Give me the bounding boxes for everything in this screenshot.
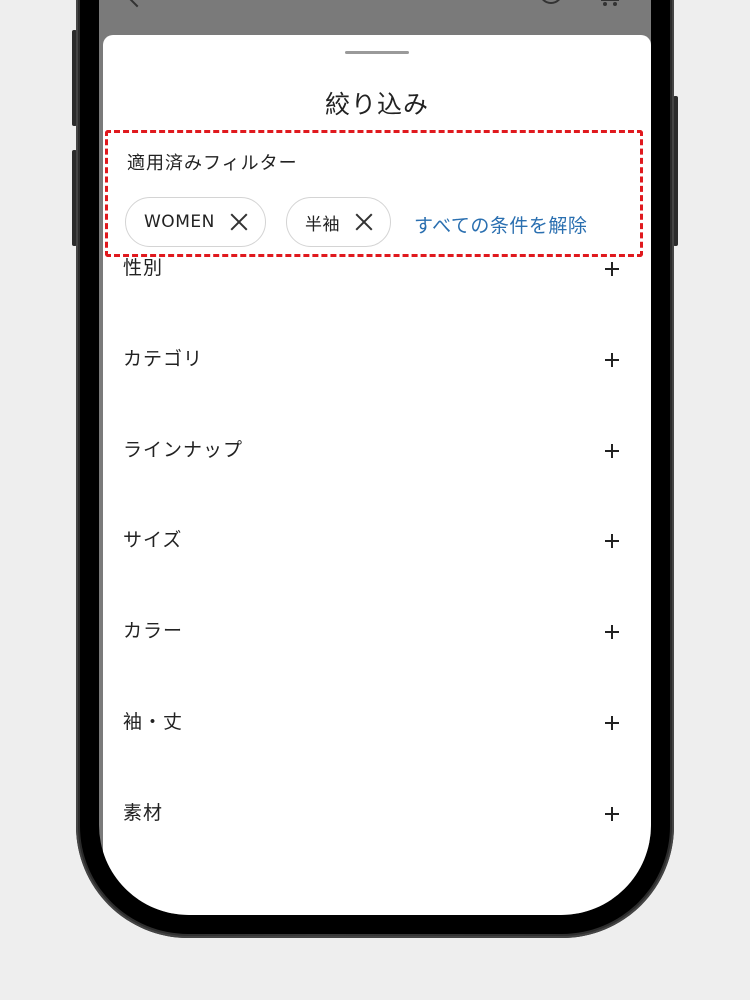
facet-color[interactable]: カラー — [103, 620, 651, 719]
clear-all-filters-link[interactable]: すべての条件を解除 — [414, 211, 587, 238]
filter-chip-label: WOMEN — [144, 212, 215, 232]
plus-icon[interactable] — [605, 352, 619, 367]
facet-label: 素材 — [123, 801, 164, 824]
device-mockup: 絞り込み 適用済みフィルター WOMEN 半袖 すべての条件を解除 性別 カテゴ… — [0, 0, 750, 1000]
plus-icon[interactable] — [605, 534, 619, 549]
plus-icon[interactable] — [605, 715, 619, 730]
search-icon[interactable] — [539, 0, 563, 4]
sheet-drag-handle[interactable] — [345, 51, 409, 54]
facet-label: カテゴリ — [123, 347, 204, 370]
plus-icon[interactable] — [605, 806, 619, 821]
applied-filters-heading: 適用済みフィルター — [127, 153, 298, 174]
filter-chip-label: 半袖 — [305, 214, 340, 235]
close-icon[interactable] — [354, 212, 374, 232]
facet-sleeve-length[interactable]: 袖・丈 — [103, 711, 651, 810]
facet-category[interactable]: カテゴリ — [103, 348, 651, 447]
sheet-title: 絞り込み — [324, 90, 429, 119]
applied-filters-section: 適用済みフィルター WOMEN 半袖 すべての条件を解除 — [105, 130, 643, 257]
facet-material[interactable]: 素材 — [103, 802, 651, 901]
filter-bottom-sheet: 絞り込み 適用済みフィルター WOMEN 半袖 すべての条件を解除 性別 カテゴ… — [103, 35, 651, 915]
facet-label: ラインナップ — [123, 438, 244, 461]
chevron-left-icon[interactable] — [125, 0, 149, 8]
facet-label: カラー — [123, 620, 184, 643]
close-icon[interactable] — [229, 212, 249, 232]
facet-size[interactable]: サイズ — [103, 529, 651, 628]
cart-icon[interactable] — [601, 0, 619, 6]
plus-icon[interactable] — [605, 262, 619, 276]
phone-frame: 絞り込み 適用済みフィルター WOMEN 半袖 すべての条件を解除 性別 カテゴ… — [76, 0, 674, 938]
facet-gender[interactable]: 性別 — [103, 257, 651, 356]
facet-label: 性別 — [123, 257, 164, 279]
filter-chip-short-sleeve[interactable]: 半袖 — [286, 197, 391, 247]
phone-bezel: 絞り込み 適用済みフィルター WOMEN 半袖 すべての条件を解除 性別 カテゴ… — [80, 0, 670, 934]
facet-lineup[interactable]: ラインナップ — [103, 439, 651, 538]
plus-icon[interactable] — [605, 443, 619, 458]
facet-label: 袖・丈 — [123, 710, 184, 733]
facet-label: サイズ — [123, 529, 183, 552]
filter-chip-women[interactable]: WOMEN — [125, 197, 266, 247]
plus-icon[interactable] — [605, 625, 619, 640]
phone-screen: 絞り込み 適用済みフィルター WOMEN 半袖 すべての条件を解除 性別 カテゴ… — [99, 0, 651, 915]
facet-list: 性別 カテゴリ ラインナップ サイズ カラー 袖・丈 素材 — [103, 257, 651, 901]
